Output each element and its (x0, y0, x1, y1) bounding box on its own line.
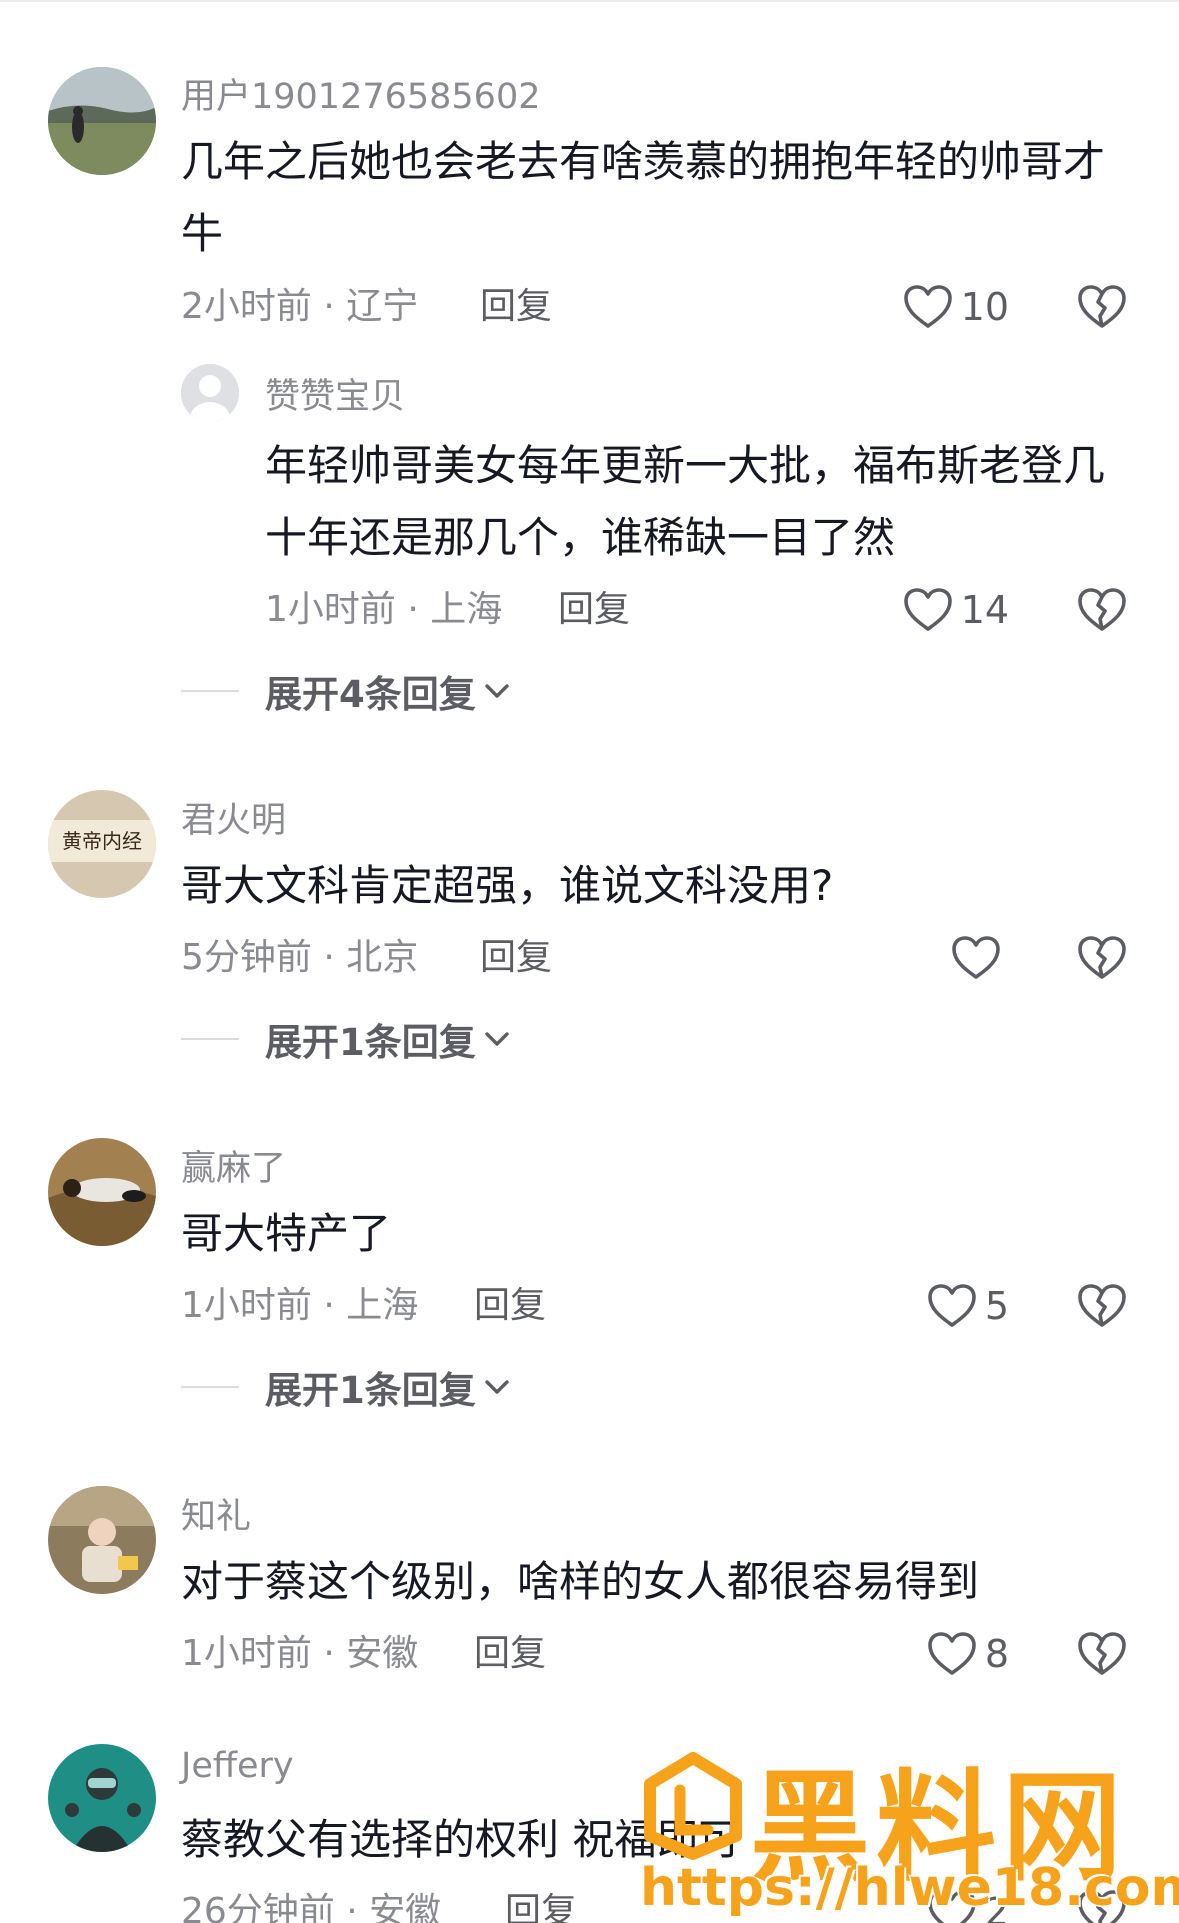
dislike-button[interactable] (1077, 1276, 1127, 1336)
like-count: 5 (984, 1284, 1009, 1328)
broken-heart-icon (1078, 588, 1126, 631)
reply-button[interactable]: 回复 (505, 1882, 577, 1923)
broken-heart-icon (1078, 1284, 1126, 1327)
expand-replies-button[interactable]: 展开4条回复 (181, 661, 510, 721)
comment-text: 哥大特产了 (181, 1209, 392, 1258)
expand-replies-button[interactable]: 展开1条回复 (181, 1357, 510, 1417)
avatar[interactable]: 黄帝内经 (48, 790, 156, 898)
comment-username[interactable]: 知礼 (181, 1488, 251, 1539)
heart-outline-icon (928, 1632, 976, 1675)
expand-replies-label: 展开1条回复 (265, 1369, 476, 1412)
watermark-logo-icon (644, 1752, 742, 1860)
comment-time-location: 1小时前 · 上海 (181, 1285, 419, 1326)
like-button[interactable]: 10 (903, 277, 1009, 337)
comment-text: 几年之后她也会老去有啥羡慕的拥抱年轻的帅哥才牛 (181, 137, 1106, 258)
sub-reply-time-location: 1小时前 · 上海 (265, 589, 503, 630)
sub-reply-avatar[interactable] (181, 364, 239, 422)
chevron-down-icon (485, 684, 509, 698)
dislike-button[interactable] (1077, 277, 1127, 337)
avatar[interactable] (48, 1138, 156, 1246)
comment-username[interactable]: 君火明 (181, 792, 286, 843)
chevron-down-icon (485, 1032, 509, 1046)
comment-text: 哥大文科肯定超强，谁说文科没用? (181, 861, 834, 910)
watermark: 黑料网 https://hlwe18.com (630, 1730, 1179, 1923)
chevron-down-icon (485, 1380, 509, 1394)
sub-reply-reply-button[interactable]: 回复 (558, 580, 630, 640)
expand-divider (181, 1386, 239, 1388)
comment-username[interactable]: 赢麻了 (181, 1140, 286, 1191)
like-count: 8 (984, 1632, 1009, 1676)
like-button[interactable]: 5 (927, 1276, 1009, 1336)
avatar[interactable] (48, 1486, 156, 1594)
dislike-button[interactable] (1077, 1624, 1127, 1684)
comment-text: 对于蔡这个级别，啥样的女人都很容易得到 (181, 1557, 980, 1606)
expand-replies-label: 展开1条回复 (265, 1021, 476, 1064)
heart-outline-icon (903, 285, 952, 328)
comment-time-location: 1小时前 · 安徽 (181, 1633, 419, 1674)
like-count: 14 (960, 588, 1009, 632)
avatar[interactable] (48, 67, 156, 175)
sub-reply-text: 年轻帅哥美女每年更新一大批，福布斯老登几十年还是那几个，谁稀缺一目了然 (265, 441, 1106, 562)
expand-divider (181, 690, 239, 692)
expand-divider (181, 1038, 239, 1040)
comment-username[interactable]: Jeffery (181, 1746, 294, 1786)
watermark-url: https://hlwe18.com (640, 1858, 1179, 1918)
reply-button[interactable]: 回复 (474, 1624, 546, 1684)
heart-outline-icon (952, 936, 1000, 979)
reply-button[interactable]: 回复 (480, 928, 552, 988)
like-button[interactable] (951, 928, 1009, 988)
sub-reply-like-button[interactable]: 14 (903, 580, 1009, 640)
sub-reply-dislike-button[interactable] (1077, 580, 1127, 640)
heart-outline-icon (928, 1284, 976, 1327)
comment-time-location: 5分钟前 · 北京 (181, 937, 419, 978)
top-divider (0, 0, 1179, 2)
broken-heart-icon (1078, 1632, 1126, 1675)
heart-outline-icon (903, 588, 952, 631)
sub-reply-username[interactable]: 赞赞宝贝 (265, 368, 405, 419)
like-button[interactable]: 8 (927, 1624, 1009, 1684)
comment-time-location: 26分钟前 · 安徽 (181, 1891, 442, 1923)
avatar-text: 黄帝内经 (62, 829, 142, 853)
dislike-button[interactable] (1077, 928, 1127, 988)
expand-replies-button[interactable]: 展开1条回复 (181, 1009, 510, 1069)
like-count: 10 (960, 285, 1009, 329)
reply-button[interactable]: 回复 (480, 277, 552, 337)
comment-time-location: 2小时前 · 辽宁 (181, 286, 419, 327)
reply-button[interactable]: 回复 (474, 1276, 546, 1336)
comment-username[interactable]: 用户1901276585602 (181, 68, 541, 119)
broken-heart-icon (1078, 936, 1126, 979)
expand-replies-label: 展开4条回复 (265, 673, 476, 716)
avatar[interactable] (48, 1744, 156, 1852)
broken-heart-icon (1078, 285, 1126, 328)
